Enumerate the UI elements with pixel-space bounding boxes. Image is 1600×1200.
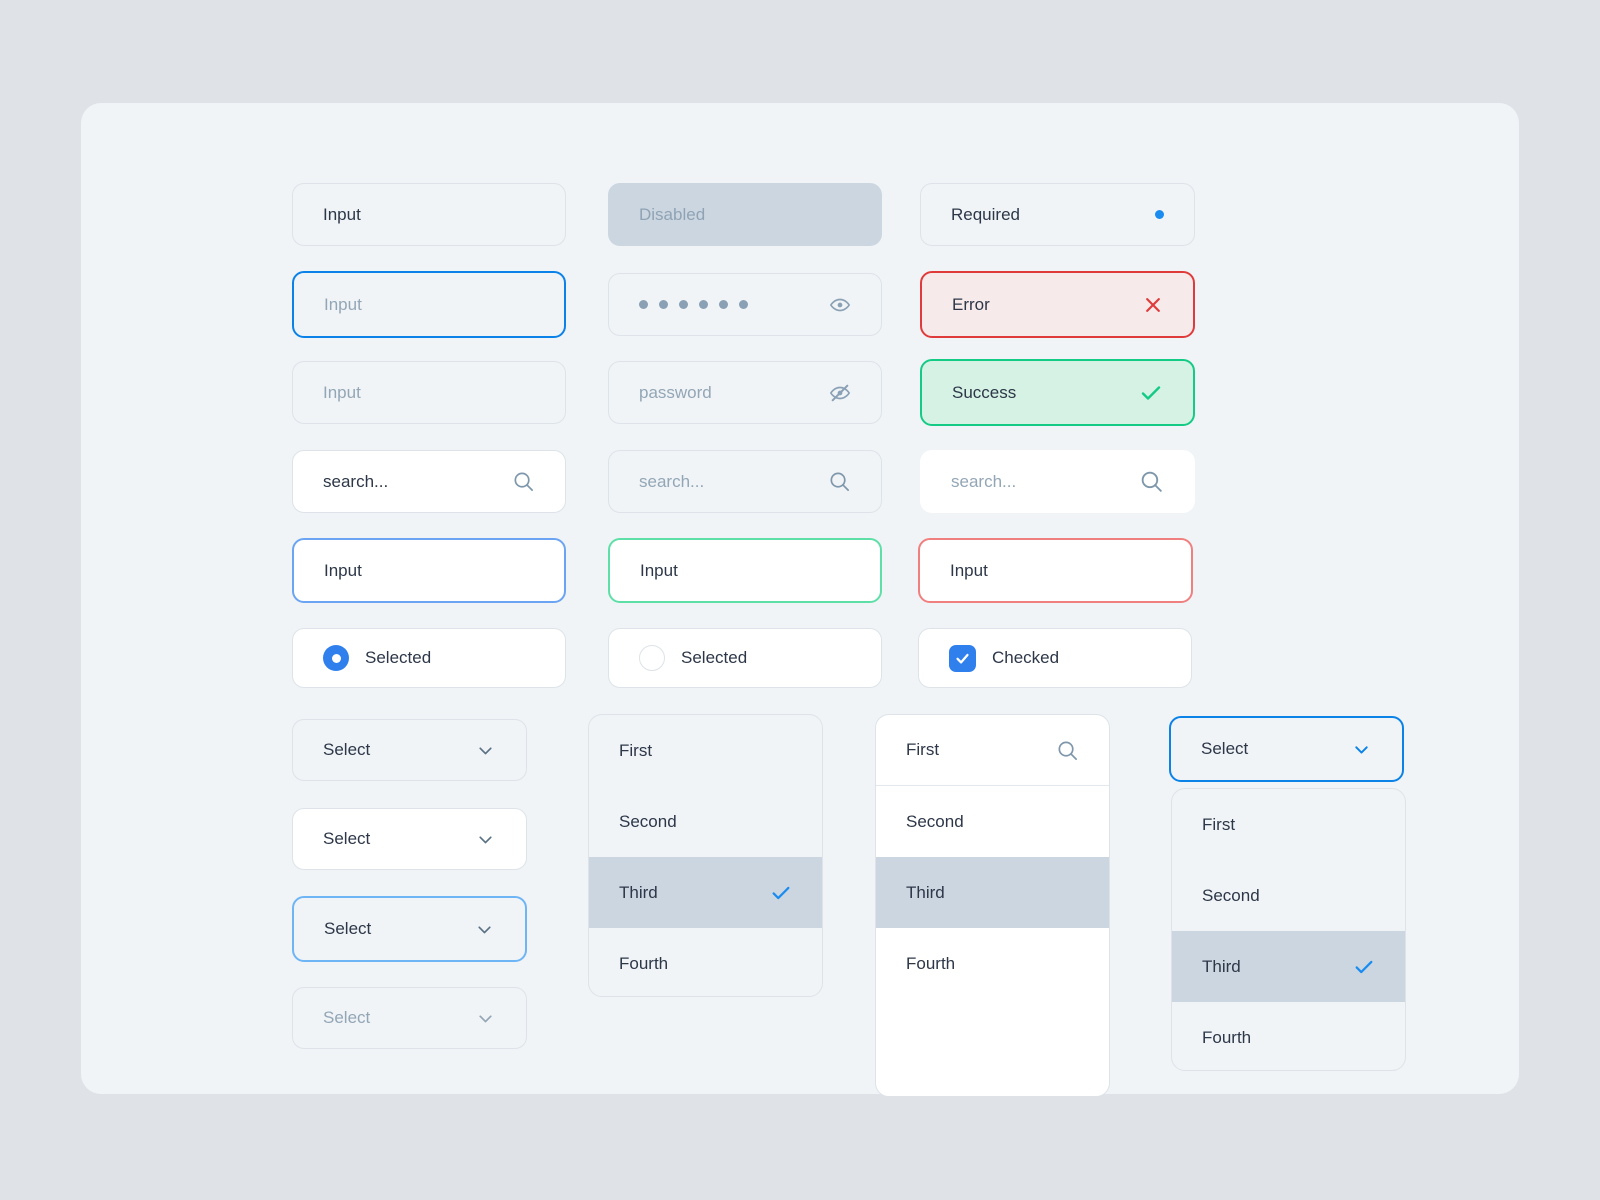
option-label: Fourth (619, 953, 669, 973)
eye-off-icon[interactable] (829, 382, 851, 404)
input-muted-placeholder: Input (323, 382, 361, 402)
input-required[interactable]: Required (920, 183, 1195, 246)
input-error[interactable]: Error (920, 271, 1195, 338)
checkbox-option-checked[interactable]: Checked (918, 628, 1192, 688)
input-disabled-value: Disabled (639, 204, 706, 224)
chevron-down-icon[interactable] (475, 740, 496, 761)
input-default[interactable]: Input (292, 183, 566, 246)
chevron-down-icon (475, 1008, 496, 1029)
list-item[interactable]: Fourth (876, 928, 1109, 999)
list-item-selected[interactable]: Third (589, 857, 822, 928)
option-label: Third (906, 882, 945, 902)
list-item[interactable]: Fourth (589, 928, 822, 996)
input-border-green-value: Input (640, 560, 678, 580)
select-open[interactable]: Select (1169, 716, 1404, 782)
input-border-green[interactable]: Input (608, 538, 882, 603)
option-label: Fourth (906, 953, 956, 973)
option-label: Fourth (1202, 1027, 1252, 1047)
search-input-muted[interactable]: search... (608, 450, 882, 513)
option-label: Third (619, 882, 658, 902)
list-item[interactable]: Second (876, 786, 1109, 857)
radio-option-selected[interactable]: Selected (292, 628, 566, 688)
checkbox-checked-label: Checked (992, 648, 1060, 667)
list-item[interactable]: First (589, 715, 822, 786)
search-muted-placeholder: search... (639, 471, 705, 491)
dropdown-panel-grey[interactable]: First Second Third Fourth (588, 714, 823, 997)
input-border-blue-value: Input (324, 560, 362, 580)
radio-on-icon[interactable] (323, 645, 349, 671)
input-password-placeholder: password (639, 382, 712, 402)
input-success[interactable]: Success (920, 359, 1195, 426)
list-item[interactable]: Fourth (1172, 1002, 1405, 1070)
select-focused[interactable]: Select (292, 896, 527, 962)
list-item[interactable]: Second (589, 786, 822, 857)
input-focused[interactable]: Input (292, 271, 566, 338)
input-error-value: Error (952, 294, 990, 314)
input-disabled: Disabled (608, 183, 882, 246)
dropdown-search-value: First (906, 740, 940, 759)
dropdown-panel-open[interactable]: First Second Third Fourth (1171, 788, 1406, 1071)
password-masked-value (639, 300, 748, 309)
select-focused-value: Select (324, 919, 372, 938)
option-label: Third (1202, 956, 1241, 976)
check-icon (770, 882, 792, 904)
list-item[interactable]: Second (1172, 860, 1405, 931)
chevron-down-icon[interactable] (1351, 739, 1372, 760)
dropdown-search-row[interactable]: First (876, 715, 1109, 786)
radio-unselected-label: Selected (681, 648, 748, 667)
input-muted[interactable]: Input (292, 361, 566, 424)
search-icon[interactable] (828, 470, 851, 493)
search-icon[interactable] (512, 470, 535, 493)
check-icon (1353, 956, 1375, 978)
dropdown-panel-search[interactable]: First Second Third Fourth (875, 714, 1110, 1097)
input-focused-placeholder: Input (324, 294, 362, 314)
chevron-down-icon[interactable] (475, 829, 496, 850)
select-open-value: Select (1201, 739, 1249, 758)
input-success-value: Success (952, 382, 1017, 402)
select-disabled: Select (292, 987, 527, 1049)
input-border-red[interactable]: Input (918, 538, 1193, 603)
option-label: First (1202, 814, 1236, 834)
input-border-blue[interactable]: Input (292, 538, 566, 603)
select-white[interactable]: Select (292, 808, 527, 870)
radio-selected-label: Selected (365, 648, 432, 667)
select-white-value: Select (323, 829, 371, 848)
search-input-white[interactable]: search... (920, 450, 1195, 513)
select-default-value: Select (323, 740, 371, 759)
search-icon[interactable] (1139, 469, 1164, 494)
list-item-selected[interactable]: Third (1172, 931, 1405, 1002)
radio-option-unselected[interactable]: Selected (608, 628, 882, 688)
search-icon[interactable] (1056, 739, 1079, 762)
required-dot-icon (1155, 210, 1164, 219)
checkbox-checked-icon[interactable] (949, 644, 976, 672)
check-icon (1139, 381, 1163, 405)
list-item-selected[interactable]: Third (876, 857, 1109, 928)
input-default-value: Input (323, 204, 361, 224)
input-border-red-value: Input (950, 560, 988, 580)
input-password-empty[interactable]: password (608, 361, 882, 424)
close-x-icon[interactable] (1143, 295, 1163, 315)
search-filled-value: search... (323, 471, 389, 491)
search-white-placeholder: search... (951, 471, 1017, 491)
search-input-filled[interactable]: search... (292, 450, 566, 513)
chevron-down-icon[interactable] (474, 919, 495, 940)
select-disabled-value: Select (323, 1008, 371, 1027)
option-label: First (619, 740, 653, 760)
input-password-filled[interactable] (608, 273, 882, 336)
eye-icon[interactable] (829, 294, 851, 316)
list-item[interactable]: First (1172, 789, 1405, 860)
option-label: Second (619, 811, 677, 831)
select-default[interactable]: Select (292, 719, 527, 781)
radio-off-icon[interactable] (639, 645, 665, 671)
input-required-value: Required (951, 204, 1020, 224)
components-showcase-card: Input Disabled Required Input Error Inpu… (81, 103, 1519, 1097)
option-label: Second (906, 811, 964, 831)
option-label: Second (1202, 885, 1260, 905)
